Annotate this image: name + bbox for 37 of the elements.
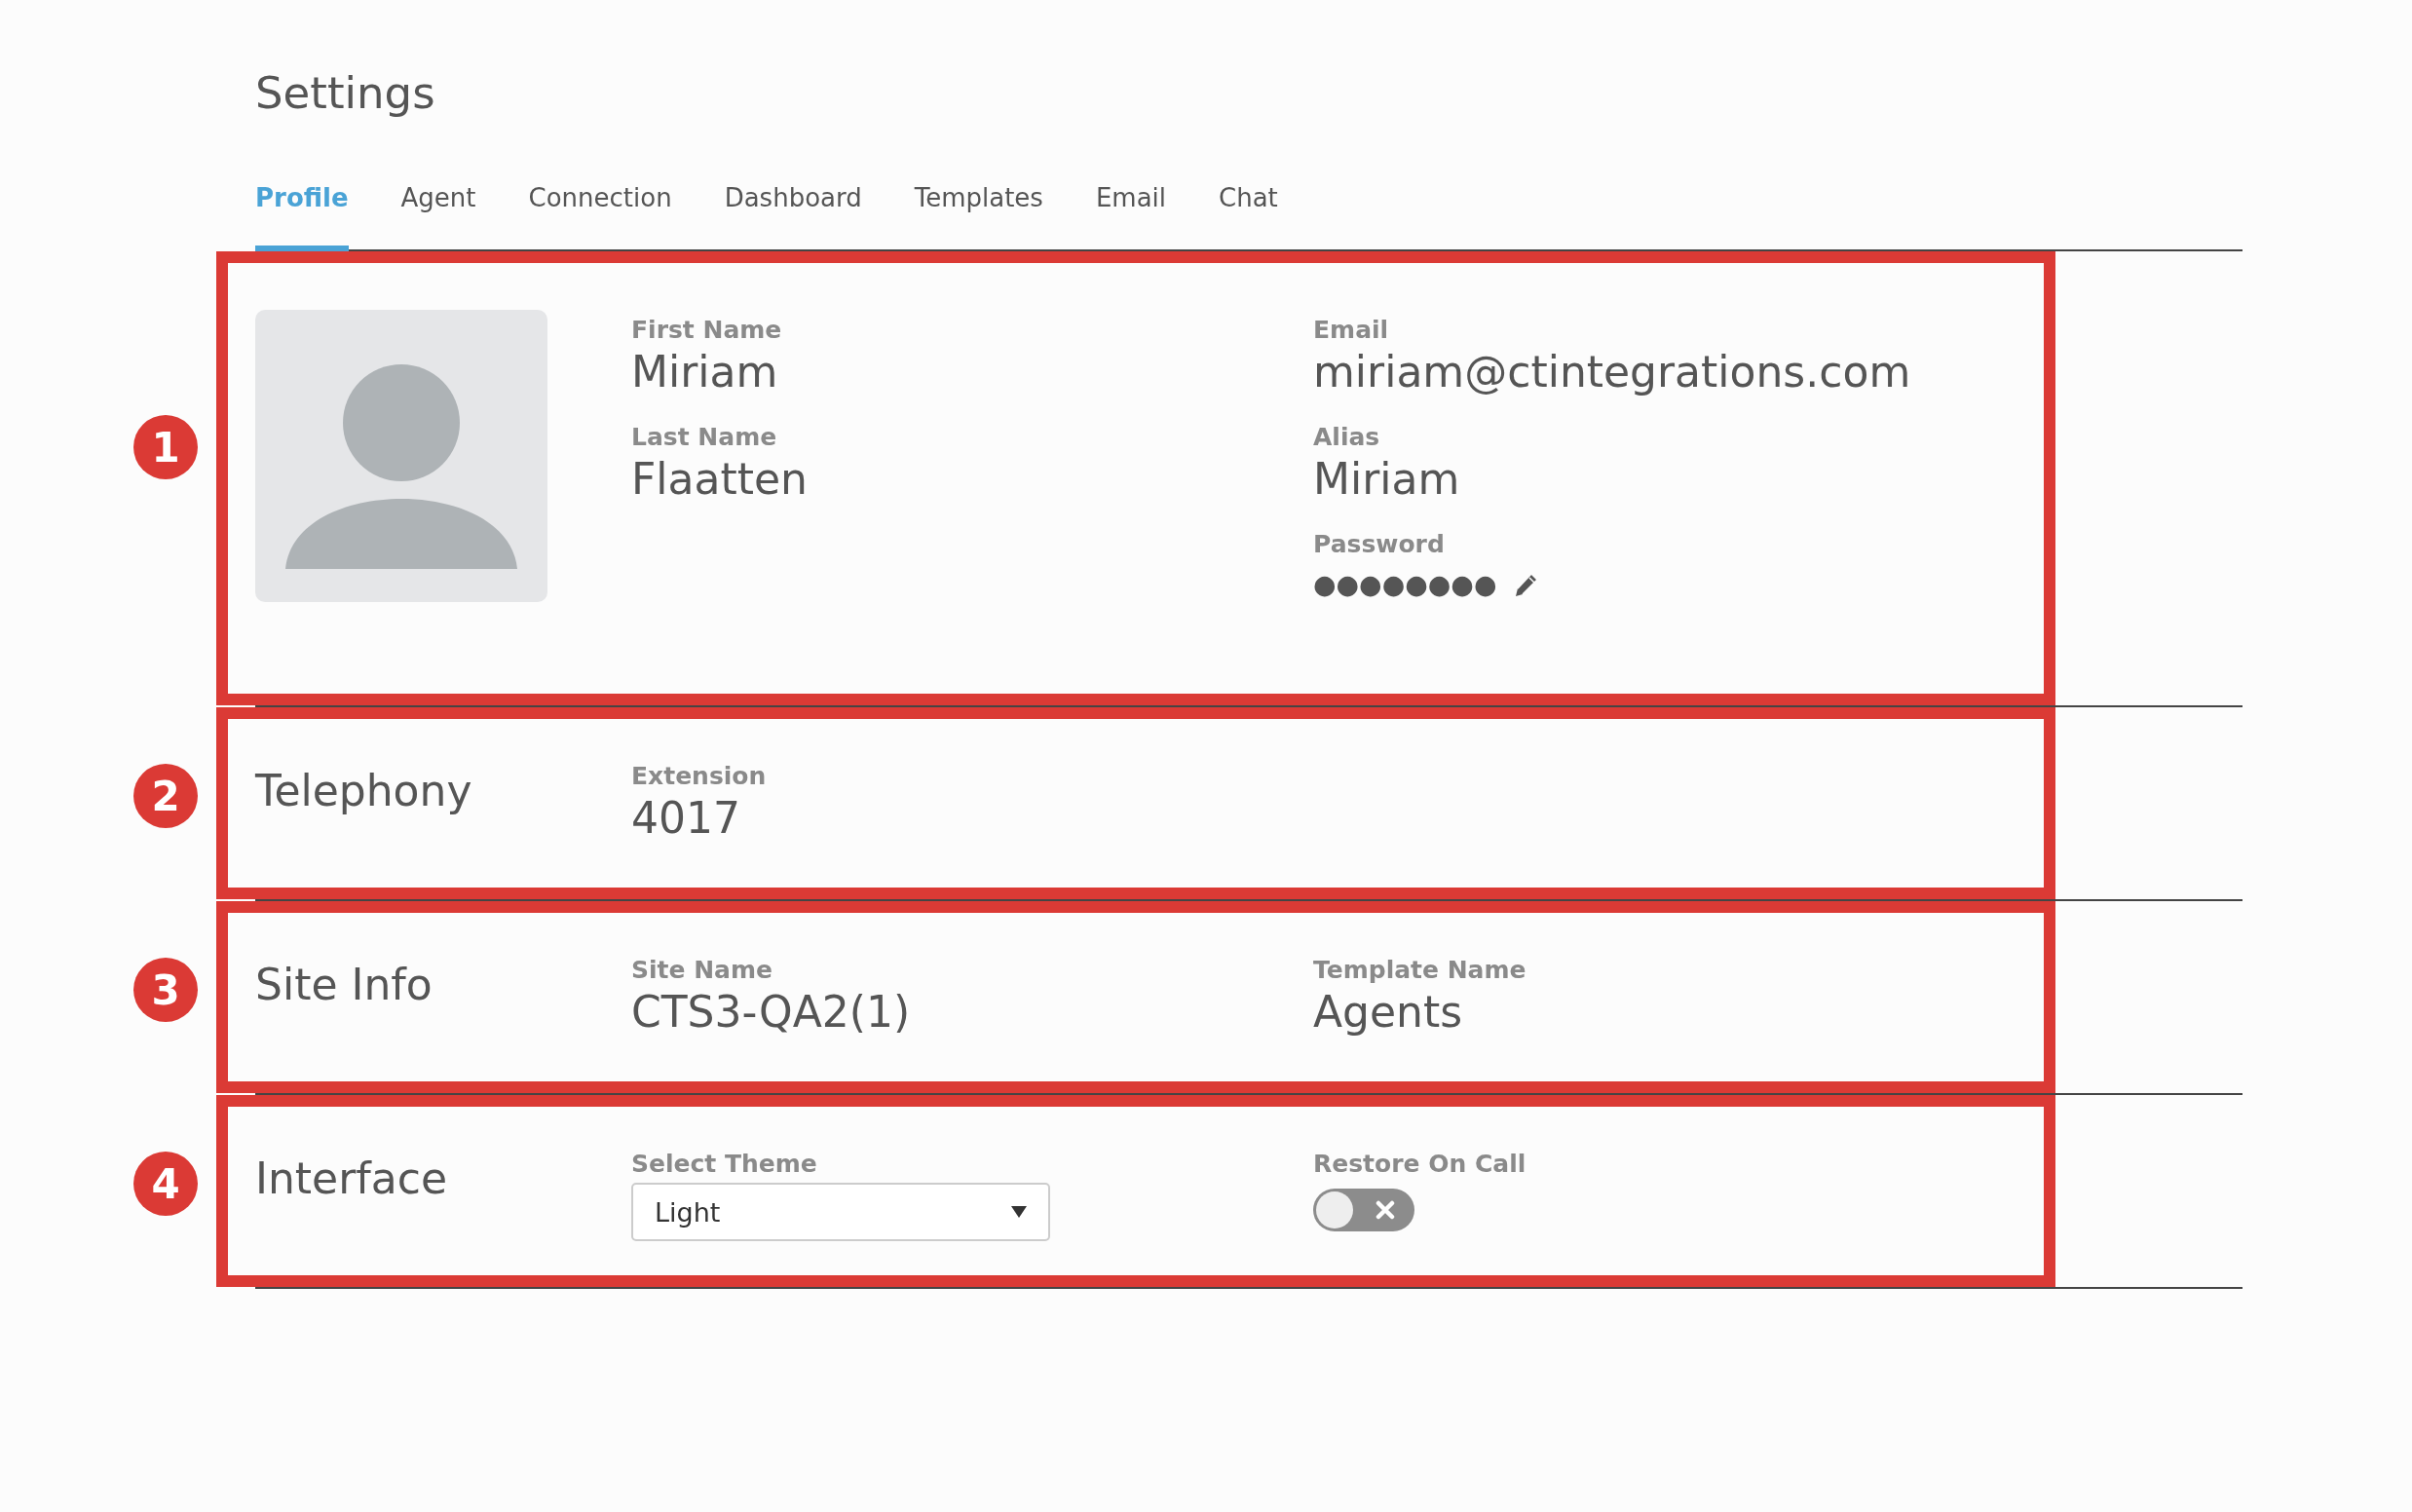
tab[interactable]: Email [1095,183,1167,251]
step-badge: 2 [133,764,198,828]
field-label: Last Name [631,423,778,452]
field-label: Extension [631,762,768,791]
password-dots: ●●●●●●●● [1313,568,1497,601]
field-value: Miriam [631,346,779,398]
field-value: 4017 [631,792,741,845]
field-label: Select Theme [631,1150,818,1179]
field-value: Flaatten [631,453,809,506]
theme-dropdown[interactable]: Light [631,1183,1050,1241]
field-label: Restore On Call [1313,1150,1527,1179]
field-value: Agents [1313,986,1464,1039]
toggle-switch[interactable] [1313,1189,1414,1231]
step-badge: 4 [133,1152,198,1216]
step-badge: 3 [133,958,198,1022]
tab[interactable]: Agent [400,183,476,251]
field-label: Password [1313,530,1446,559]
field-label: Site Name [631,956,773,985]
section-title: Site Info [255,959,433,1011]
tab[interactable]: Chat [1219,183,1278,251]
tab[interactable]: Connection [528,183,672,251]
field-value: Miriam [1313,453,1461,506]
tab[interactable]: Templates [914,183,1043,251]
section-title: Telephony [255,765,473,817]
close-icon [1376,1200,1395,1220]
field-label: First Name [631,316,783,345]
caret-icon [1011,1206,1027,1218]
step-badge: 1 [133,415,198,479]
field-label: Alias [1313,423,1381,452]
field-label: Email [1313,316,1390,345]
page-title: Settings [255,66,436,121]
tab[interactable]: Dashboard [724,183,862,251]
section-title: Interface [255,1153,448,1205]
field-value: CTS3-QA2(1) [631,986,912,1039]
field-label: Template Name [1313,956,1527,985]
person-icon [285,364,517,569]
field-value: miriam@ctintegrations.com [1313,346,1912,398]
